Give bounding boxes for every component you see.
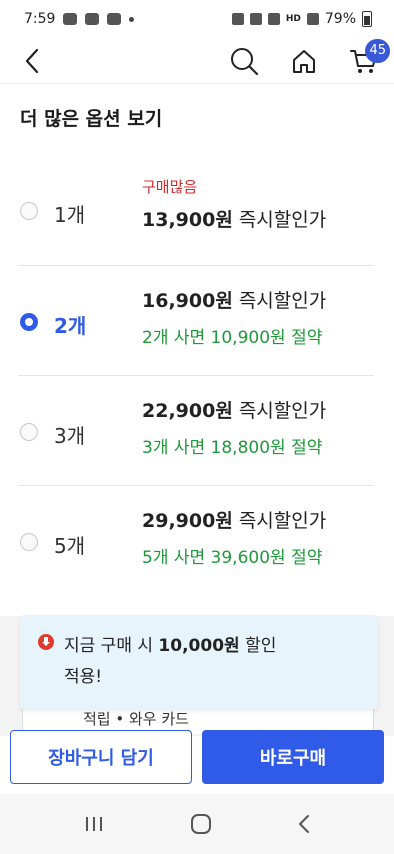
price-line: 13,900원 즉시할인가 [142, 205, 326, 232]
gallery-icon [85, 13, 100, 25]
status-bar: 7:59 HD 79% [0, 0, 394, 38]
savings-text: 2개 사면 10,900원 절약 [142, 328, 323, 348]
system-nav-bar [0, 794, 394, 854]
option-row-5[interactable]: 5개 29,900원 즉시할인가 5개 사면 39,600원 절약 [18, 486, 374, 596]
home-icon [293, 49, 315, 73]
radio-button[interactable] [20, 202, 38, 220]
option-info: 29,900원 즉시할인가 5개 사면 39,600원 절약 [142, 506, 326, 568]
option-quantity: 1개 [54, 203, 86, 227]
action-bar: 장바구니 담기 바로구매 [0, 730, 394, 794]
price-suffix: 즉시할인가 [238, 290, 327, 312]
option-info: 22,900원 즉시할인가 3개 사면 18,800원 절약 [142, 396, 326, 458]
option-info: 16,900원 즉시할인가 2개 사면 10,900원 절약 [142, 286, 326, 348]
discount-prefix: 지금 구매 시 [64, 636, 154, 656]
option-quantity: 2개 [54, 314, 87, 338]
recent-apps-icon[interactable] [83, 814, 105, 834]
savings-text: 3개 사면 18,800원 절약 [142, 438, 323, 458]
option-price: 16,900원 [142, 290, 233, 312]
app-icon [107, 13, 122, 25]
buy-now-button[interactable]: 바로구매 [202, 730, 384, 784]
option-row-1[interactable]: 1개 구매많음 13,900원 즉시할인가 [18, 154, 374, 266]
radio-button[interactable] [20, 423, 38, 441]
add-to-cart-button[interactable]: 장바구니 담기 [10, 730, 192, 784]
obscured-benefit-text: 적립 • 와우 카드 [83, 710, 189, 728]
network-label: HD [285, 14, 301, 24]
top-app-bar: 45 [0, 38, 394, 84]
price-suffix: 즉시할인가 [238, 510, 327, 532]
home-nav-icon[interactable] [190, 813, 212, 835]
wifi-icon [267, 13, 280, 25]
savings-text: 5개 사면 39,600원 절약 [142, 548, 323, 568]
option-row-2[interactable]: 2개 16,900원 즉시할인가 2개 사면 10,900원 절약 [18, 266, 374, 376]
cart-button[interactable]: 45 [348, 38, 390, 77]
back-nav-icon[interactable] [297, 813, 311, 835]
discount-amount: 10,000원 [158, 636, 240, 656]
option-quantity: 5개 [54, 534, 86, 558]
discount-suffix: 할인 [245, 636, 277, 656]
option-price: 22,900원 [142, 400, 233, 422]
discount-line2: 적용! [64, 667, 103, 687]
option-info: 구매많음 13,900원 즉시할인가 [142, 176, 326, 232]
radio-button-selected[interactable] [20, 313, 38, 331]
battery-icon [362, 11, 372, 27]
price-line: 16,900원 즉시할인가 [142, 286, 326, 313]
radio-button[interactable] [20, 533, 38, 551]
top-actions: 45 [228, 38, 390, 77]
search-icon [231, 47, 259, 75]
option-row-3[interactable]: 3개 22,900원 즉시할인가 3개 사면 18,800원 절약 [18, 376, 374, 486]
lock-icon [231, 13, 244, 25]
best-seller-tag: 구매많음 [142, 178, 198, 196]
option-price: 13,900원 [142, 209, 233, 231]
option-quantity: 3개 [54, 424, 86, 448]
discount-notice: 지금 구매 시 10,000원 할인 적용! [20, 615, 378, 709]
back-arrow-icon [25, 48, 39, 73]
notification-icon [63, 13, 78, 25]
more-notifications-icon [129, 16, 135, 22]
price-suffix: 즉시할인가 [238, 209, 327, 231]
home-button[interactable] [288, 45, 320, 77]
back-button[interactable] [16, 45, 48, 77]
cart-count-badge: 45 [365, 38, 390, 63]
section-title: 더 많은 옵션 보기 [20, 108, 163, 130]
search-button[interactable] [228, 45, 260, 77]
price-suffix: 즉시할인가 [238, 400, 327, 422]
signal-icon [306, 13, 319, 25]
status-time: 7:59 [24, 11, 56, 27]
status-right: HD 79% [231, 11, 372, 27]
option-price: 29,900원 [142, 510, 233, 532]
alarm-icon [249, 13, 262, 25]
quantity-options-list: 1개 구매많음 13,900원 즉시할인가 2개 16,900원 즉시할인가 2개 … [18, 154, 374, 596]
down-arrow-icon [38, 634, 54, 650]
price-line: 29,900원 즉시할인가 [142, 506, 326, 533]
status-left: 7:59 [24, 11, 135, 27]
price-line: 22,900원 즉시할인가 [142, 396, 326, 423]
battery-percent: 79% [324, 11, 356, 27]
